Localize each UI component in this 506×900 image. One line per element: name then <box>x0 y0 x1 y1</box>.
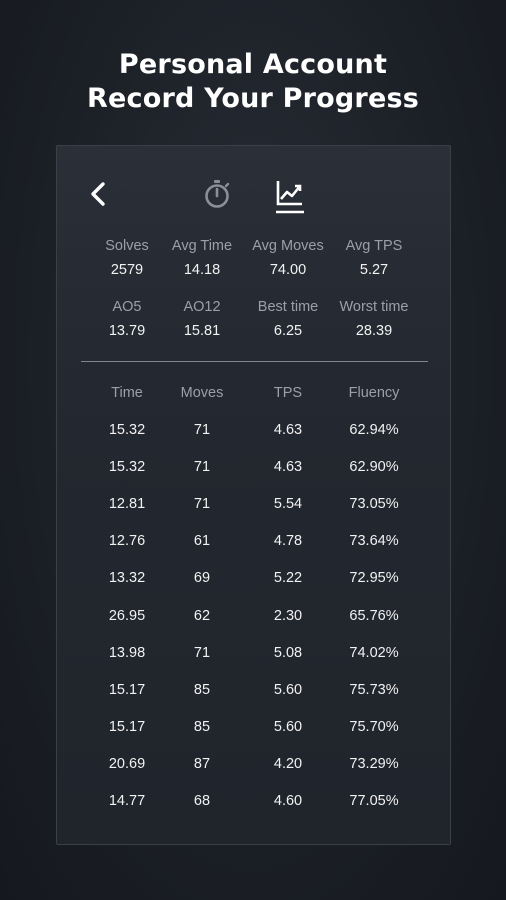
table-row: 13.98 71 5.08 74.02% <box>57 641 450 665</box>
stat-label: Avg Time <box>171 238 233 254</box>
table-cell: 4.63 <box>273 422 303 438</box>
column-header: Fluency <box>348 385 400 401</box>
stopwatch-icon[interactable] <box>203 179 231 209</box>
table-cell: 5.54 <box>273 496 303 513</box>
stat-label: Avg Moves <box>252 238 324 254</box>
stat-value: 15.81 <box>183 323 221 339</box>
headline-line-2: Record Your Progress <box>86 83 419 114</box>
stat-item: Avg TPS 5.27 <box>332 236 416 280</box>
table-cell: 85 <box>193 681 211 698</box>
table-cell: 75.70% <box>349 718 399 735</box>
stat-value: 13.79 <box>108 323 146 339</box>
headline-line-1: Personal Account <box>118 49 388 80</box>
table-cell: 71 <box>193 459 211 476</box>
stat-label: Avg TPS <box>345 238 403 254</box>
table-cell: 72.95% <box>349 570 399 587</box>
table-cell: 62.90% <box>349 459 399 476</box>
table-cell: 5.22 <box>273 570 303 587</box>
table-cell: 61 <box>193 533 211 550</box>
table-row: 15.17 85 5.60 75.70% <box>57 715 450 739</box>
table-cell: 4.20 <box>273 755 303 772</box>
stat-value: 6.25 <box>273 323 303 339</box>
table-cell: 87 <box>193 755 211 772</box>
stat-item: Solves 2579 <box>85 236 169 280</box>
table-cell: 68 <box>193 793 211 809</box>
table-cell: 65.76% <box>349 607 399 624</box>
table-cell: 5.08 <box>273 644 303 661</box>
stat-item: AO12 15.81 <box>160 297 244 341</box>
table-header: Time Moves TPS Fluency <box>57 381 450 405</box>
headline: Personal Account Record Your Progress <box>0 48 506 116</box>
stat-value: 5.27 <box>359 262 389 278</box>
table-cell: 69 <box>193 570 211 587</box>
table-cell: 73.05% <box>349 496 399 513</box>
table-cell: 4.63 <box>273 459 303 476</box>
stat-value: 14.18 <box>183 262 221 278</box>
line-chart-icon[interactable] <box>275 179 305 215</box>
stat-label: Solves <box>105 238 149 254</box>
divider <box>81 361 428 362</box>
toolbar <box>57 146 450 216</box>
table-row: 15.32 71 4.63 62.90% <box>57 455 450 479</box>
back-chevron-icon[interactable] <box>87 181 109 207</box>
table-cell: 2.30 <box>273 607 303 624</box>
stat-label: Best time <box>257 299 319 315</box>
table-row: 15.32 71 4.63 62.94% <box>57 418 450 442</box>
table-cell: 85 <box>193 718 211 735</box>
stat-value: 74.00 <box>269 262 307 278</box>
table-cell: 5.60 <box>273 681 303 698</box>
stats-card: Solves 2579 Avg Time 14.18 Avg Moves 74.00 Avg… <box>56 145 451 845</box>
stat-label: AO12 <box>183 299 221 315</box>
table-row: 26.95 62 2.30 65.76% <box>57 604 450 628</box>
stats-row-2: AO5 13.79 AO12 15.81 Best time 6.25 Worst time… <box>57 297 450 347</box>
table-cell: 75.73% <box>349 681 399 698</box>
stat-item: Avg Moves 74.00 <box>246 236 330 280</box>
table-cell: 62.94% <box>349 422 399 438</box>
table-cell: 74.02% <box>349 644 399 661</box>
stat-item: Best time 6.25 <box>246 297 330 341</box>
table-cell: 4.60 <box>273 793 303 809</box>
table-cell: 71 <box>193 644 211 661</box>
stats-row-1: Solves 2579 Avg Time 14.18 Avg Moves 74.00 Avg… <box>57 236 450 286</box>
table-cell: 4.78 <box>273 533 303 550</box>
table-cell: 73.29% <box>349 755 399 772</box>
column-header: TPS <box>273 385 303 401</box>
table-cell: 77.05% <box>349 793 399 809</box>
table-row: 20.69 87 4.20 73.29% <box>57 752 450 776</box>
table-row: 12.81 71 5.54 73.05% <box>57 492 450 516</box>
stat-item: Worst time 28.39 <box>332 297 416 341</box>
table-cell: 62 <box>193 607 211 624</box>
table-row: 13.32 69 5.22 72.95% <box>57 566 450 590</box>
stat-value: 2579 <box>110 262 144 278</box>
stat-label: Worst time <box>339 299 409 315</box>
table-row: 15.17 85 5.60 75.73% <box>57 678 450 702</box>
table-row: 14.77 68 4.60 77.05% <box>57 789 450 813</box>
stat-item: AO5 13.79 <box>85 297 169 341</box>
stat-label: AO5 <box>112 299 142 315</box>
table-cell: 73.64% <box>349 533 399 550</box>
stat-value: 28.39 <box>355 323 393 339</box>
table-cell: 5.60 <box>273 718 303 735</box>
column-header: Moves <box>180 385 224 401</box>
table-cell: 71 <box>193 422 211 438</box>
table-row: 12.76 61 4.78 73.64% <box>57 529 450 553</box>
table-cell: 71 <box>193 496 211 513</box>
stat-item: Avg Time 14.18 <box>160 236 244 280</box>
